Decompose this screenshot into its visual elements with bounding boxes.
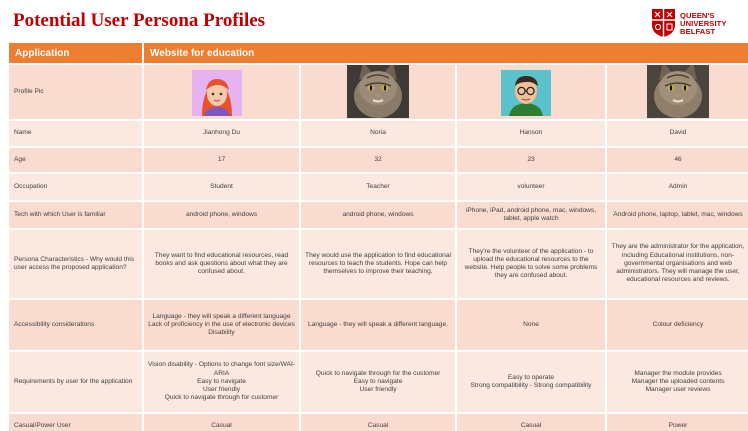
- table-cell: They would use the application to find e…: [301, 230, 455, 298]
- table-cell: They are the administrator for the appli…: [607, 230, 748, 298]
- persona-table: Application Website for education Profil…: [9, 43, 748, 431]
- row-label-occupation: Occupation: [9, 174, 142, 200]
- table-cell: Manager the module provides Manager the …: [607, 352, 748, 412]
- university-logo: QUEEN'S UNIVERSITY BELFAST: [651, 8, 743, 40]
- table-cell: Easy to operate Strong compatibility - S…: [457, 352, 605, 412]
- cat-photo: [647, 65, 709, 118]
- table-cell: Language - they will speak a different l…: [301, 300, 455, 350]
- row-label-requirements: Requirements by user for the application: [9, 352, 142, 412]
- table-cell: Noria: [301, 121, 455, 146]
- row-label-profile-pic: Profile Pic: [9, 65, 142, 119]
- table-cell: Admin: [607, 174, 748, 200]
- table-cell: Language - they will speak a different l…: [144, 300, 299, 350]
- table-cell: Student: [144, 174, 299, 200]
- logo-line-3: BELFAST: [680, 27, 716, 36]
- table-cell: 32: [301, 148, 455, 172]
- cat-photo: [347, 65, 409, 118]
- avatar-woman-icon: [192, 70, 242, 116]
- table-cell: Vision disability - Options to change fo…: [144, 352, 299, 412]
- avatar-man-icon: [501, 70, 551, 116]
- table-cell: Jianhong Du: [144, 121, 299, 146]
- profile-pic-cell: [144, 65, 299, 119]
- profile-pic-cell: [457, 65, 605, 119]
- table-cell: 46: [607, 148, 748, 172]
- table-cell: They want to find educational resources,…: [144, 230, 299, 298]
- page-title: Potential User Persona Profiles: [13, 10, 266, 31]
- table-cell: They're the volunteer of the application…: [457, 230, 605, 298]
- row-label-age: Age: [9, 148, 142, 172]
- table-cell: Teacher: [301, 174, 455, 200]
- shield-crest-icon: [651, 8, 676, 38]
- table-cell: android phone, windows: [144, 202, 299, 228]
- table-cell: David: [607, 121, 748, 146]
- profile-pic-cell: [607, 65, 748, 119]
- table-cell: Casual: [457, 414, 605, 431]
- header-website-for-education: Website for education: [144, 43, 748, 63]
- profile-pic-cell: [301, 65, 455, 119]
- table-cell: Hanson: [457, 121, 605, 146]
- row-label-accessibility: Accessibility considerations: [9, 300, 142, 350]
- table-cell: android phone, windows: [301, 202, 455, 228]
- table-cell: None: [457, 300, 605, 350]
- row-label-tech: Tech with which User is familiar: [9, 202, 142, 228]
- row-label-characteristics: Persona Characteristics - Why would this…: [9, 230, 142, 298]
- table-cell: Casual: [144, 414, 299, 431]
- table-cell: Power: [607, 414, 748, 431]
- table-cell: Casual: [301, 414, 455, 431]
- row-label-casual-power: Casual/Power User: [9, 414, 142, 431]
- table-cell: Quick to navigate through for the custom…: [301, 352, 455, 412]
- table-cell: Android phone, laptop, tablet, mac, wind…: [607, 202, 748, 228]
- table-cell: volunteer: [457, 174, 605, 200]
- table-cell: 23: [457, 148, 605, 172]
- table-cell: 17: [144, 148, 299, 172]
- table-cell: Colour deficiency: [607, 300, 748, 350]
- header-application: Application: [9, 43, 142, 63]
- table-cell: iPhone, iPad, android phone, mac, window…: [457, 202, 605, 228]
- row-label-name: Name: [9, 121, 142, 146]
